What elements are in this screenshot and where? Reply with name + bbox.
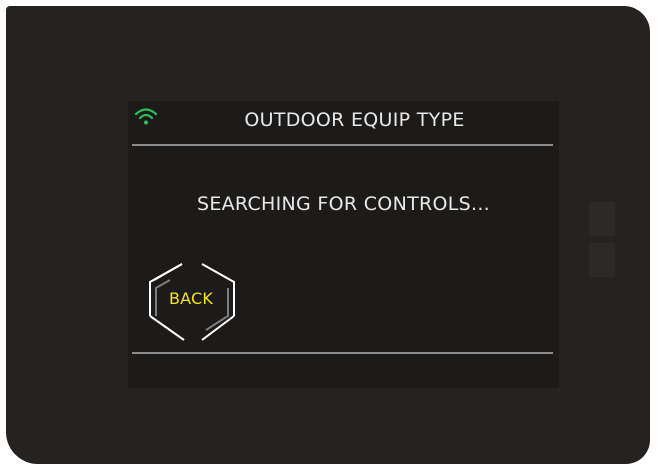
header-divider <box>132 144 553 146</box>
back-label: BACK <box>168 289 214 308</box>
display-screen: OUTDOOR EQUIP TYPE SEARCHING FOR CONTROL… <box>128 101 559 388</box>
page-title: OUTDOOR EQUIP TYPE <box>244 109 465 131</box>
screen-header: OUTDOOR EQUIP TYPE <box>128 101 559 145</box>
side-button-upper[interactable] <box>589 202 615 236</box>
thermostat-device: OUTDOOR EQUIP TYPE SEARCHING FOR CONTROL… <box>6 6 650 464</box>
side-button-lower[interactable] <box>589 243 615 277</box>
footer-divider <box>132 352 553 354</box>
status-message: SEARCHING FOR CONTROLS... <box>196 193 491 215</box>
back-button[interactable]: BACK <box>144 260 240 344</box>
